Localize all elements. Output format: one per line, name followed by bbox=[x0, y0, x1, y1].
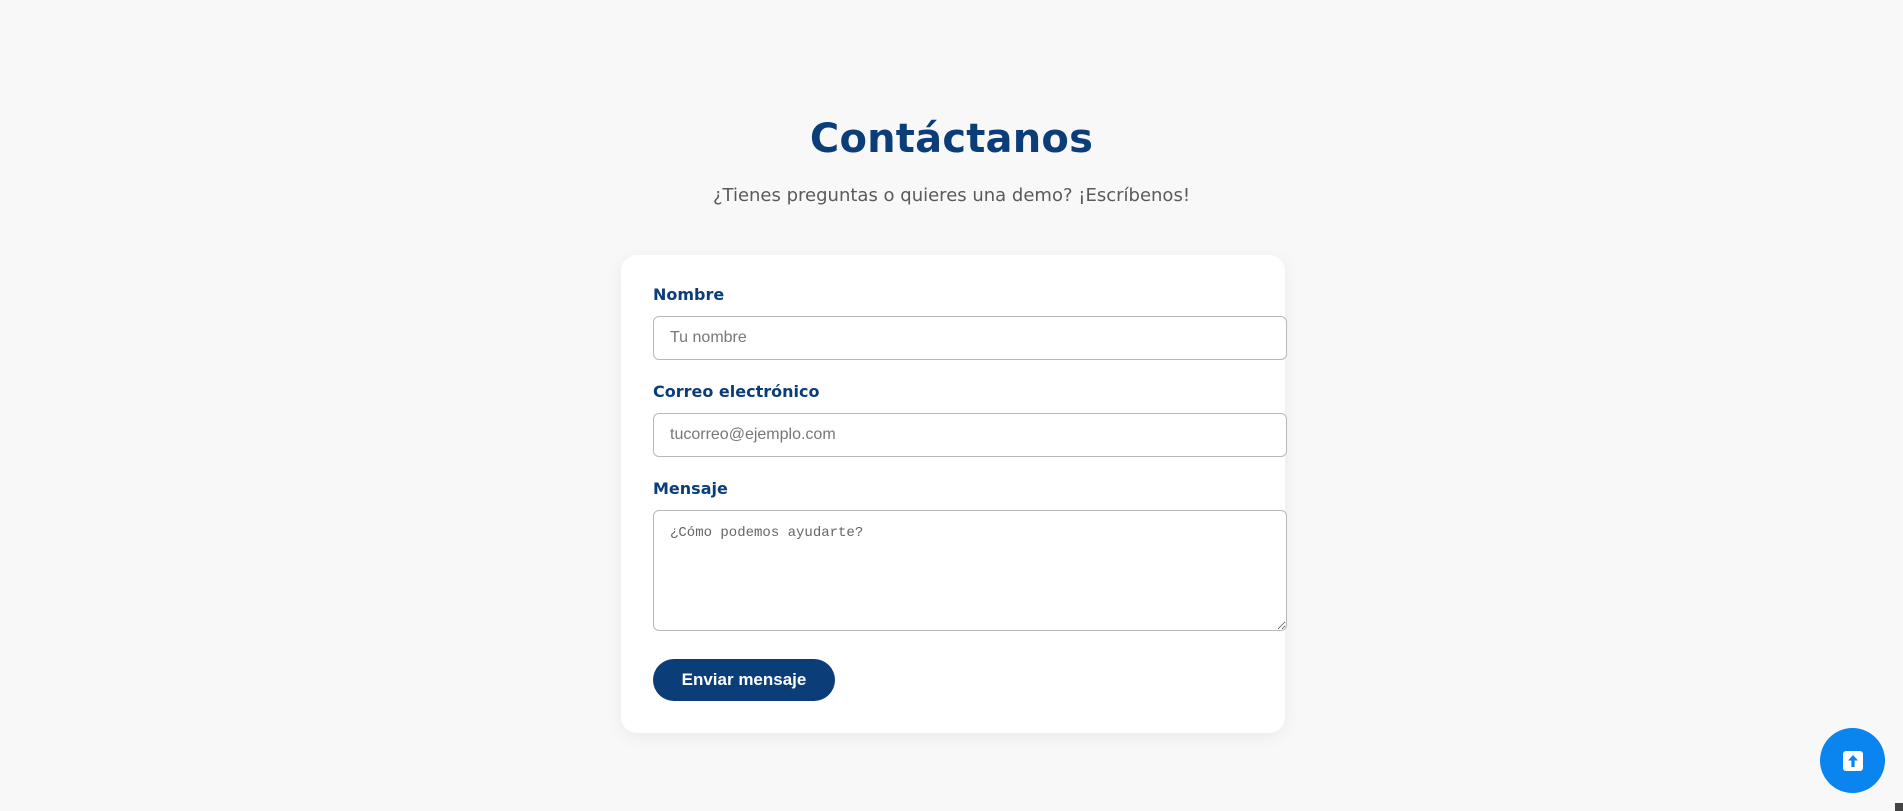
message-label: Mensaje bbox=[653, 479, 728, 498]
page-title: Contáctanos bbox=[809, 116, 1094, 162]
contact-page: Contáctanos ¿Tienes preguntas o quieres … bbox=[0, 0, 1903, 811]
message-textarea[interactable] bbox=[653, 510, 1287, 631]
scroll-to-top-button[interactable] bbox=[1820, 728, 1885, 793]
send-message-button[interactable]: Enviar mensaje bbox=[653, 659, 835, 701]
contact-form: Nombre Correo electrónico Mensaje Enviar… bbox=[621, 255, 1287, 733]
page-subtitle: ¿Tienes preguntas o quieres una demo? ¡E… bbox=[712, 185, 1191, 206]
name-input[interactable] bbox=[653, 316, 1287, 360]
email-input[interactable] bbox=[653, 413, 1287, 457]
arrow-up-icon bbox=[1842, 750, 1863, 771]
email-label: Correo electrónico bbox=[653, 382, 820, 401]
corner-resize-handle bbox=[1895, 803, 1903, 811]
name-label: Nombre bbox=[653, 285, 725, 304]
